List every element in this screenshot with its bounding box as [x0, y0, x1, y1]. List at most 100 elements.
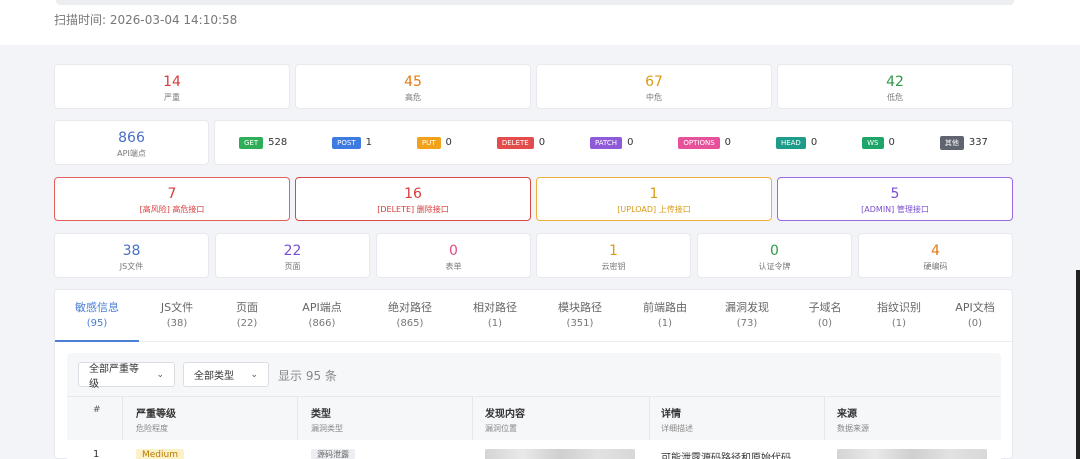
risk-card-admin[interactable]: 5 [ADMIN] 管理接口: [777, 177, 1013, 221]
tab-count: (1): [891, 318, 907, 329]
tab-label: API文档: [955, 301, 995, 314]
severity-label: 中危: [646, 93, 662, 102]
tab-subdomains[interactable]: 子域名 (0): [789, 300, 861, 332]
tab-label: 模块路径: [558, 301, 602, 314]
column-divider: [472, 397, 473, 441]
tab-label: 敏感信息: [75, 301, 119, 314]
tab-frontend-routes[interactable]: 前端路由 (1): [625, 300, 705, 332]
header-strip: [56, 0, 1014, 5]
column-header-content[interactable]: 发现内容 漏洞位置: [485, 405, 525, 434]
method-other: 其他 337: [939, 135, 988, 150]
tab-api-endpoints[interactable]: API端点 (866): [279, 300, 365, 332]
method-post: POST 1: [332, 136, 372, 149]
tab-count: (73): [736, 318, 758, 329]
chevron-down-icon: ⌄: [250, 369, 258, 380]
tab-count: (0): [817, 318, 833, 329]
risk-label: [ADMIN] 管理接口: [861, 205, 929, 214]
method-stats-card: GET 528 POST 1 PUT 0 DELETE 0 PATCH 0 OPTIONS…: [214, 120, 1013, 165]
tab-label: 相对路径: [473, 301, 517, 314]
row-content-redacted: [485, 449, 635, 459]
risk-label: [UPLOAD] 上传接口: [617, 205, 691, 214]
stat-value: 0: [449, 243, 458, 259]
risk-card-upload[interactable]: 1 [UPLOAD] 上传接口: [536, 177, 772, 221]
stat-card-forms: 0 表单: [376, 233, 531, 278]
tab-count: (22): [236, 318, 258, 329]
tab-absolute-paths[interactable]: 绝对路径 (865): [365, 300, 455, 332]
tab-js-files[interactable]: JS文件 (38): [139, 300, 215, 332]
scan-time: 扫描时间: 2026-03-04 14:10:58: [54, 13, 238, 27]
tab-pages[interactable]: 页面 (22): [215, 300, 279, 332]
tab-module-paths[interactable]: 模块路径 (351): [535, 300, 625, 332]
method-options: OPTIONS 0: [678, 136, 731, 149]
stat-value: 0: [770, 243, 779, 259]
filter-bar: 全部严重等级 ⌄ 全部类型 ⌄ 显示 95 条: [67, 353, 1001, 398]
severity-filter-select[interactable]: 全部严重等级 ⌄: [78, 362, 175, 390]
method-count: 0: [627, 137, 634, 148]
method-tag: HEAD: [775, 136, 806, 149]
chevron-down-icon: ⌄: [156, 369, 164, 380]
tab-count: (865): [396, 318, 424, 329]
column-header-severity[interactable]: 严重等级 危险程度: [136, 405, 176, 434]
method-head: HEAD 0: [775, 136, 818, 149]
redacted-block: [837, 449, 987, 459]
tab-count: (95): [86, 318, 108, 329]
tab-label: 前端路由: [643, 301, 687, 314]
type-filter-select[interactable]: 全部类型 ⌄: [183, 362, 269, 387]
column-divider: [824, 397, 825, 441]
method-count: 0: [538, 137, 546, 148]
tab-label: API端点: [302, 301, 342, 314]
method-tag: POST: [332, 136, 361, 149]
stat-card-js: 38 JS文件: [54, 233, 209, 278]
tab-count: (1): [487, 318, 503, 329]
risk-card-delete[interactable]: 16 [DELETE] 删除接口: [295, 177, 531, 221]
row-severity: Medium: [136, 449, 184, 459]
stat-value: 38: [122, 243, 141, 259]
method-count: 1: [365, 137, 372, 148]
table-row[interactable]: 1 Medium 源码泄露 可能泄露源码路径和原始代码: [67, 440, 1001, 459]
row-type: 源码泄露: [311, 449, 355, 459]
method-tag: OPTIONS: [678, 136, 720, 149]
tab-fingerprints[interactable]: 指纹识别 (1): [861, 300, 937, 332]
risk-label: [DELETE] 删除接口: [377, 205, 449, 214]
scrollbar[interactable]: [1076, 270, 1080, 459]
method-get: GET 528: [239, 136, 287, 149]
column-header-detail[interactable]: 详情 详细描述: [661, 405, 693, 434]
severity-badge: Medium: [136, 449, 184, 459]
tab-label: 页面: [236, 301, 258, 314]
stat-label: 页面: [284, 262, 301, 271]
tab-label: JS文件: [160, 301, 194, 314]
severity-card-high: 45 高危: [295, 64, 531, 109]
method-tag: DELETE: [496, 136, 534, 149]
stat-label: JS文件: [119, 262, 144, 271]
risk-card-high-risk[interactable]: 7 [高风险] 高危接口: [54, 177, 290, 221]
row-source-redacted: [837, 449, 987, 459]
stat-value: 22: [283, 243, 302, 259]
type-filter-value: 全部类型: [194, 371, 234, 382]
tab-relative-paths[interactable]: 相对路径 (1): [455, 300, 535, 332]
method-tag: PATCH: [590, 136, 623, 149]
severity-card-low: 42 低危: [777, 64, 1013, 109]
severity-label: 严重: [164, 93, 180, 102]
method-count: 0: [810, 137, 818, 148]
column-header-source[interactable]: 来源 数据来源: [837, 405, 869, 434]
risk-value: 1: [649, 186, 659, 202]
stat-value: 1: [609, 243, 618, 259]
api-total-value: 866: [118, 130, 145, 146]
column-header-type[interactable]: 类型 漏洞类型: [311, 405, 343, 434]
table-header: # 严重等级 危险程度 类型 漏洞类型 发现内容 漏洞位置 详情 详细描述 来源…: [67, 396, 1001, 441]
severity-label: 高危: [405, 93, 421, 102]
stat-label: 表单: [445, 262, 462, 271]
row-detail: 可能泄露源码路径和原始代码: [661, 453, 791, 459]
risk-value: 5: [890, 186, 900, 202]
tab-sensitive-info[interactable]: 敏感信息 (95): [55, 300, 139, 332]
method-patch: PATCH 0: [590, 136, 634, 149]
column-divider: [297, 397, 298, 441]
tab-vulnerabilities[interactable]: 漏洞发现 (73): [705, 300, 789, 332]
result-count: 显示 95 条: [278, 369, 337, 383]
stat-card-hardcoded: 4 硬编码: [858, 233, 1013, 278]
tab-count: (1): [657, 318, 673, 329]
api-total-card: 866 API端点: [54, 120, 209, 165]
tab-label: 绝对路径: [388, 301, 432, 314]
method-tag: WS: [862, 136, 884, 149]
tab-api-docs[interactable]: API文档 (0): [937, 300, 1013, 332]
